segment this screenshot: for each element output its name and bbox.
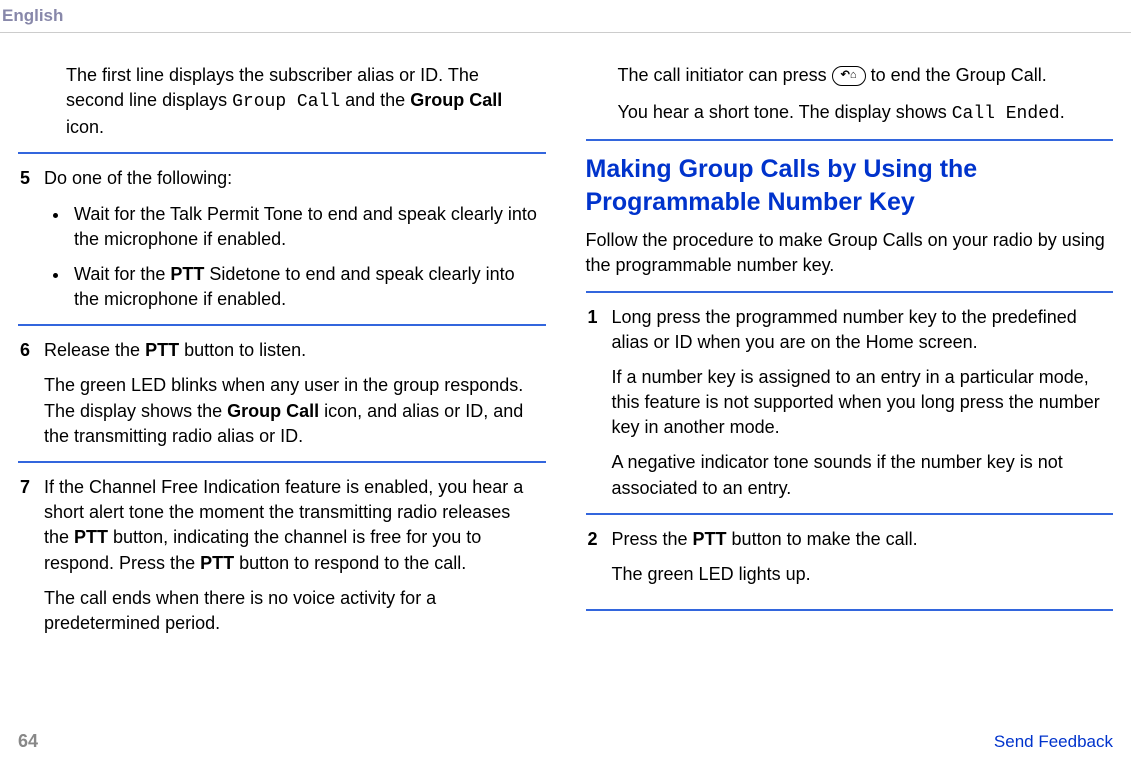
page-header: English — [0, 0, 1131, 33]
step-7-followup: The call ends when there is no voice act… — [44, 586, 540, 636]
home-back-key-icon: ↶⌂ — [832, 66, 866, 86]
step-5-bullet-1: Wait for the Talk Permit Tone to end and… — [70, 202, 540, 252]
section-divider: Making Group Calls by Using the Programm… — [586, 139, 1114, 611]
step-1-text: Long press the programmed number key to … — [612, 305, 1108, 355]
step-5: 5 Do one of the following: Wait for the … — [18, 152, 546, 312]
step-5-text: Do one of the following: — [44, 166, 540, 191]
step-5-bullets: Wait for the Talk Permit Tone to end and… — [70, 202, 540, 313]
initiator-paragraph: The call initiator can press ↶⌂ to end t… — [618, 63, 1108, 88]
step-7-row: 7 If the Channel Free Indication feature… — [18, 475, 546, 576]
step-1-number: 1 — [586, 305, 612, 330]
step-6-followup: The green LED blinks when any user in th… — [44, 373, 540, 449]
step-1-row: 1 Long press the programmed number key t… — [586, 305, 1114, 355]
page-header-language: English — [2, 6, 63, 25]
step-7-text: If the Channel Free Indication feature i… — [44, 475, 540, 576]
section-intro: Follow the procedure to make Group Calls… — [586, 228, 1108, 278]
step-5-number: 5 — [18, 166, 44, 191]
step-1-followup-1: If a number key is assigned to an entry … — [612, 365, 1108, 441]
tone-paragraph: You hear a short tone. The display shows… — [618, 100, 1108, 127]
step-2-number: 2 — [586, 527, 612, 552]
step-7: 7 If the Channel Free Indication feature… — [18, 461, 546, 636]
section-heading: Making Group Calls by Using the Programm… — [586, 153, 1114, 218]
step-6-row: 6 Release the PTT button to listen. — [18, 338, 546, 363]
step-1: 1 Long press the programmed number key t… — [586, 291, 1114, 501]
right-column: The call initiator can press ↶⌂ to end t… — [586, 63, 1114, 648]
page-content: The first line displays the subscriber a… — [0, 33, 1131, 648]
step-5-bullet-2: Wait for the PTT Sidetone to end and spe… — [70, 262, 540, 312]
step-6-number: 6 — [18, 338, 44, 363]
page-number: 64 — [18, 729, 38, 754]
step-2-text: Press the PTT button to make the call. — [612, 527, 1108, 552]
step-6: 6 Release the PTT button to listen. The … — [18, 324, 546, 449]
step-2-row: 2 Press the PTT button to make the call. — [586, 527, 1114, 552]
step-7-number: 7 — [18, 475, 44, 500]
step-1-followup-2: A negative indicator tone sounds if the … — [612, 450, 1108, 500]
page-footer: 64 Send Feedback — [0, 729, 1131, 754]
step-2: 2 Press the PTT button to make the call.… — [586, 513, 1114, 611]
left-column: The first line displays the subscriber a… — [18, 63, 546, 648]
intro-paragraph: The first line displays the subscriber a… — [66, 63, 540, 141]
step-5-row: 5 Do one of the following: — [18, 166, 546, 191]
step-6-text: Release the PTT button to listen. — [44, 338, 540, 363]
step-2-followup: The green LED lights up. — [612, 562, 1108, 587]
send-feedback-link[interactable]: Send Feedback — [994, 730, 1113, 754]
